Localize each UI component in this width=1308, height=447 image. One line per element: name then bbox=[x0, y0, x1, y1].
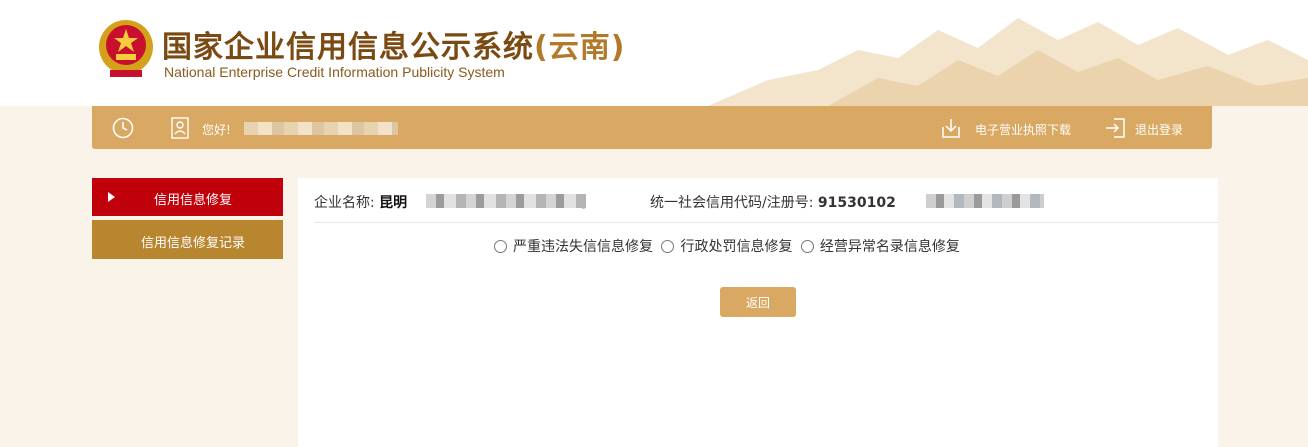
option-serious-violation-label[interactable]: 严重违法失信信息修复 bbox=[513, 239, 653, 255]
clock-icon bbox=[112, 117, 134, 139]
company-name-label: 企业名称: bbox=[314, 195, 375, 211]
main-panel: 企业名称: 昆明司 统一社会信用代码/注册号: 91530102 严重违法失信信… bbox=[298, 178, 1218, 447]
site-header: 国家企业信用信息公示系统(云南) National Enterprise Cre… bbox=[0, 0, 1308, 106]
user-card-icon bbox=[171, 117, 189, 139]
option-abnormal-operation-label[interactable]: 经营异常名录信息修复 bbox=[820, 239, 960, 255]
sidebar-item-label: 信用信息修复 bbox=[154, 193, 233, 208]
company-name-value: 昆明 bbox=[379, 195, 408, 211]
download-icon[interactable] bbox=[940, 117, 962, 139]
credit-code-value: 91530102 bbox=[817, 195, 896, 211]
credit-code-label: 统一社会信用代码/注册号: bbox=[650, 195, 814, 211]
option-admin-penalty-label[interactable]: 行政处罚信息修复 bbox=[680, 239, 792, 255]
redacted-credit-code bbox=[926, 194, 1044, 208]
national-emblem-icon bbox=[99, 20, 153, 77]
logout-link[interactable]: 退出登录 bbox=[1135, 121, 1183, 138]
site-region: (云南) bbox=[534, 30, 626, 65]
greeting-text: 您好! bbox=[202, 123, 231, 137]
logout-icon[interactable] bbox=[1104, 117, 1126, 139]
credit-code-row: 统一社会信用代码/注册号: 91530102 bbox=[650, 192, 896, 212]
radio-abnormal-operation[interactable] bbox=[800, 239, 814, 253]
top-nav-bar: 您好! 电子营业执照下载 退出登录 bbox=[92, 106, 1212, 149]
redacted-username bbox=[244, 122, 398, 135]
radio-admin-penalty[interactable] bbox=[661, 239, 675, 253]
triangle-right-icon bbox=[108, 192, 115, 202]
site-title-en: National Enterprise Credit Information P… bbox=[164, 64, 505, 80]
sidebar-item-label: 信用信息修复记录 bbox=[141, 236, 246, 251]
divider bbox=[314, 222, 1218, 223]
redacted-company-name bbox=[426, 194, 586, 208]
sidebar-item-repair-records[interactable]: 信用信息修复记录 bbox=[92, 220, 283, 259]
mountain-background-image bbox=[708, 18, 1308, 106]
download-license-link[interactable]: 电子营业执照下载 bbox=[975, 121, 1071, 138]
sidebar-item-credit-repair[interactable]: 信用信息修复 bbox=[92, 178, 283, 216]
back-button[interactable]: 返回 bbox=[720, 287, 796, 317]
radio-serious-violation[interactable] bbox=[494, 239, 507, 253]
site-title: 国家企业信用信息公示系统(云南) bbox=[162, 30, 626, 65]
repair-type-options: 严重违法失信信息修复 行政处罚信息修复 经营异常名录信息修复 bbox=[494, 236, 964, 256]
